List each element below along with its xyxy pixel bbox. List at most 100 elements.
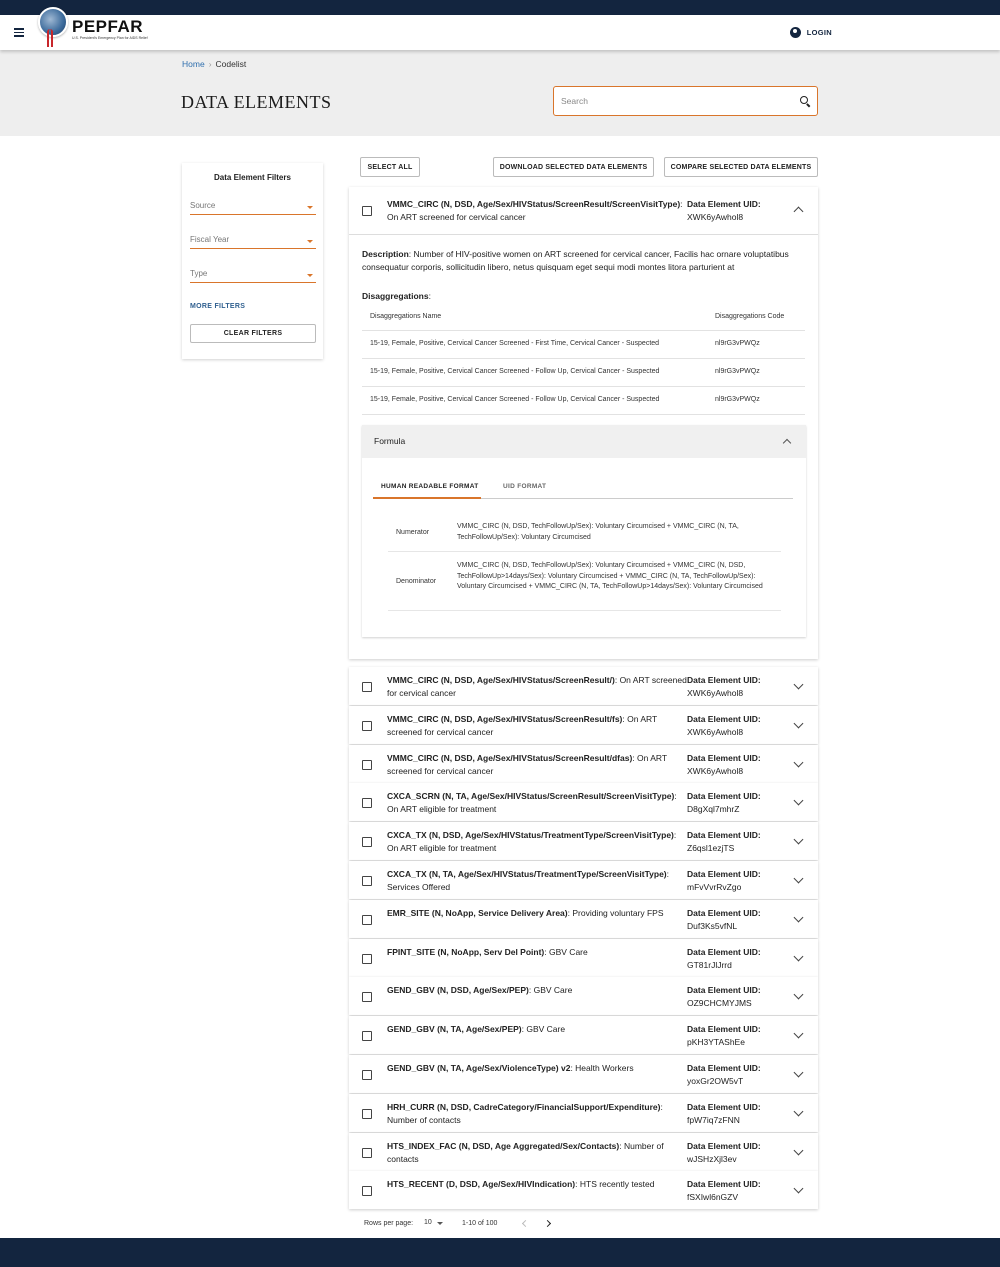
element-desc: On ART eligible for treatment [387,803,497,814]
row-checkbox[interactable] [362,876,372,886]
element-uid: Data Element UID: D8gXql7mhrZ [687,790,787,815]
uid-label: Data Element UID: [687,753,761,763]
type-select[interactable]: Type [190,269,316,283]
table-header-row: Disaggregations Name Disaggregations Cod… [362,307,805,331]
list-item[interactable]: VMMC_CIRC (N, DSD, Age/Sex/HIVStatus/Scr… [349,745,818,783]
uid-label: Data Element UID: [687,869,761,879]
chevron-down-icon[interactable] [793,989,804,1000]
row-checkbox[interactable] [362,798,372,808]
source-select[interactable]: Source [190,201,316,215]
element-title: CXCA_TX (N, DSD, Age/Sex/HIVStatus/Treat… [387,830,677,853]
row-checkbox[interactable] [362,954,372,964]
row-checkbox[interactable] [362,1148,372,1158]
download-selected-button[interactable]: DOWNLOAD SELECTED DATA ELEMENTS [493,157,654,177]
row-checkbox[interactable] [362,721,372,731]
compare-selected-button[interactable]: COMPARE SELECTED DATA ELEMENTS [664,157,818,177]
disaggregation-name: 15-19, Female, Positive, Cervical Cancer… [370,396,660,403]
row-checkbox[interactable] [362,760,372,770]
select-all-button[interactable]: SELECT ALL [360,157,420,177]
chevron-down-icon[interactable] [793,1183,804,1194]
list-item[interactable]: HTS_INDEX_FAC (N, DSD, Age Aggregated/Se… [349,1133,818,1171]
element-desc: Providing voluntary FPS [572,908,664,918]
chevron-down-icon[interactable] [793,873,804,884]
search-icon[interactable] [800,96,808,104]
list-item[interactable]: HRH_CURR (N, DSD, CadreCategory/Financia… [349,1094,818,1132]
element-uid: Data Element UID: XWK6yAwhol8 [687,198,787,223]
list-item[interactable]: VMMC_CIRC (N, DSD, Age/Sex/HIVStatus/Scr… [349,706,818,744]
chevron-down-icon[interactable] [793,1067,804,1078]
chevron-up-icon[interactable] [782,438,792,448]
element-title: HTS_INDEX_FAC (N, DSD, Age Aggregated/Se… [387,1141,664,1164]
chevron-up-icon[interactable] [793,206,804,217]
caret-down-icon [307,274,313,277]
caret-down-icon[interactable] [437,1222,443,1225]
chevron-down-icon[interactable] [793,718,804,729]
uid-label: Data Element UID: [687,947,761,957]
table-row: 15-19, Female, Positive, Cervical Cancer… [362,331,805,359]
chevron-down-icon[interactable] [793,834,804,845]
numerator-value: VMMC_CIRC (N, DSD, TechFollowUp/Sex): Vo… [457,523,739,541]
list-item[interactable]: CXCA_TX (N, TA, Age/Sex/HIVStatus/Treatm… [349,861,818,899]
list-item[interactable]: EMR_SITE (N, NoApp, Service Delivery Are… [349,900,818,938]
list-item[interactable]: FPINT_SITE (N, NoApp, Serv Del Point): G… [349,939,818,977]
chevron-down-icon[interactable] [793,912,804,923]
formula-header[interactable]: Formula [362,425,806,458]
row-checkbox[interactable] [362,1070,372,1080]
tab-human-readable[interactable]: HUMAN READABLE FORMAT [381,483,479,490]
element-title: HRH_CURR (N, DSD, CadreCategory/Financia… [387,1102,663,1125]
list-item[interactable]: CXCA_SCRN (N, TA, Age/Sex/HIVStatus/Scre… [349,783,818,821]
row-checkbox[interactable] [362,1109,372,1119]
list-item[interactable]: GEND_GBV (N, TA, Age/Sex/ViolenceType) v… [349,1055,818,1093]
login-button[interactable]: LOGIN [789,27,832,38]
account-icon [789,27,801,38]
uid-value: XWK6yAwhol8 [687,726,744,737]
caret-down-icon [307,206,313,209]
uid-label: Data Element UID: [687,675,761,685]
row-checkbox[interactable] [362,682,372,692]
menu-icon[interactable] [14,28,24,37]
row-checkbox[interactable] [362,1031,372,1041]
list-item[interactable]: CXCA_TX (N, DSD, Age/Sex/HIVStatus/Treat… [349,822,818,860]
caret-down-icon [307,240,313,243]
list-item[interactable]: GEND_GBV (N, DSD, Age/Sex/PEP): GBV Care… [349,977,818,1015]
brand-name[interactable]: PEPFAR [72,17,143,37]
chevron-down-icon[interactable] [793,1106,804,1117]
element-desc: On ART screened for cervical cancer [387,211,526,222]
more-filters-link[interactable]: MORE FILTERS [190,303,245,310]
previous-page-icon[interactable] [521,1219,530,1228]
numerator-label: Numerator [396,529,430,536]
row-checkbox[interactable] [362,1186,372,1196]
uid-value: GT81rJlJrrd [687,959,732,970]
rows-per-page-select[interactable]: 10 [424,1219,432,1226]
fiscal-year-select[interactable]: Fiscal Year [190,235,316,249]
row-checkbox[interactable] [362,837,372,847]
chevron-down-icon[interactable] [793,1145,804,1156]
formula-title: Formula [374,436,406,446]
list-item[interactable]: VMMC_CIRC (N, DSD, Age/Sex/HIVStatus/Scr… [349,667,818,705]
expanded-card-header[interactable]: VMMC_CIRC (N, DSD, Age/Sex/HIVStatus/Scr… [349,187,818,235]
element-code: VMMC_CIRC (N, DSD, Age/Sex/HIVStatus/Scr… [387,753,633,763]
element-title: VMMC_CIRC (N, DSD, Age/Sex/HIVStatus/Scr… [387,675,687,698]
list-item[interactable]: GEND_GBV (N, TA, Age/Sex/PEP): GBV Care D… [349,1016,818,1054]
breadcrumb-home[interactable]: Home [182,59,205,69]
chevron-down-icon[interactable] [793,679,804,690]
clear-filters-button[interactable]: CLEAR FILTERS [190,324,316,343]
element-uid: Data Element UID: GT81rJlJrrd [687,946,787,971]
chevron-down-icon[interactable] [793,757,804,768]
search-input[interactable] [554,87,774,114]
chevron-down-icon[interactable] [793,795,804,806]
tab-uid-format[interactable]: UID FORMAT [503,483,546,490]
rows-per-page-label: Rows per page: [364,1220,414,1227]
element-code: EMR_SITE (N, NoApp, Service Delivery Are… [387,908,568,918]
chevron-down-icon[interactable] [793,1028,804,1039]
next-page-icon[interactable] [543,1219,552,1228]
element-desc: GBV Care [526,1024,566,1034]
list-item[interactable]: HTS_RECENT (D, DSD, Age/Sex/HIVIndicatio… [349,1171,818,1209]
uid-value: OZ9CHCMYJMS [687,997,752,1008]
element-uid: Data Element UID: fpW7iq7zFNN [687,1101,787,1126]
pepfar-logo[interactable] [38,7,68,37]
chevron-down-icon[interactable] [793,951,804,962]
row-checkbox[interactable] [362,915,372,925]
row-checkbox[interactable] [362,206,372,216]
row-checkbox[interactable] [362,992,372,1002]
